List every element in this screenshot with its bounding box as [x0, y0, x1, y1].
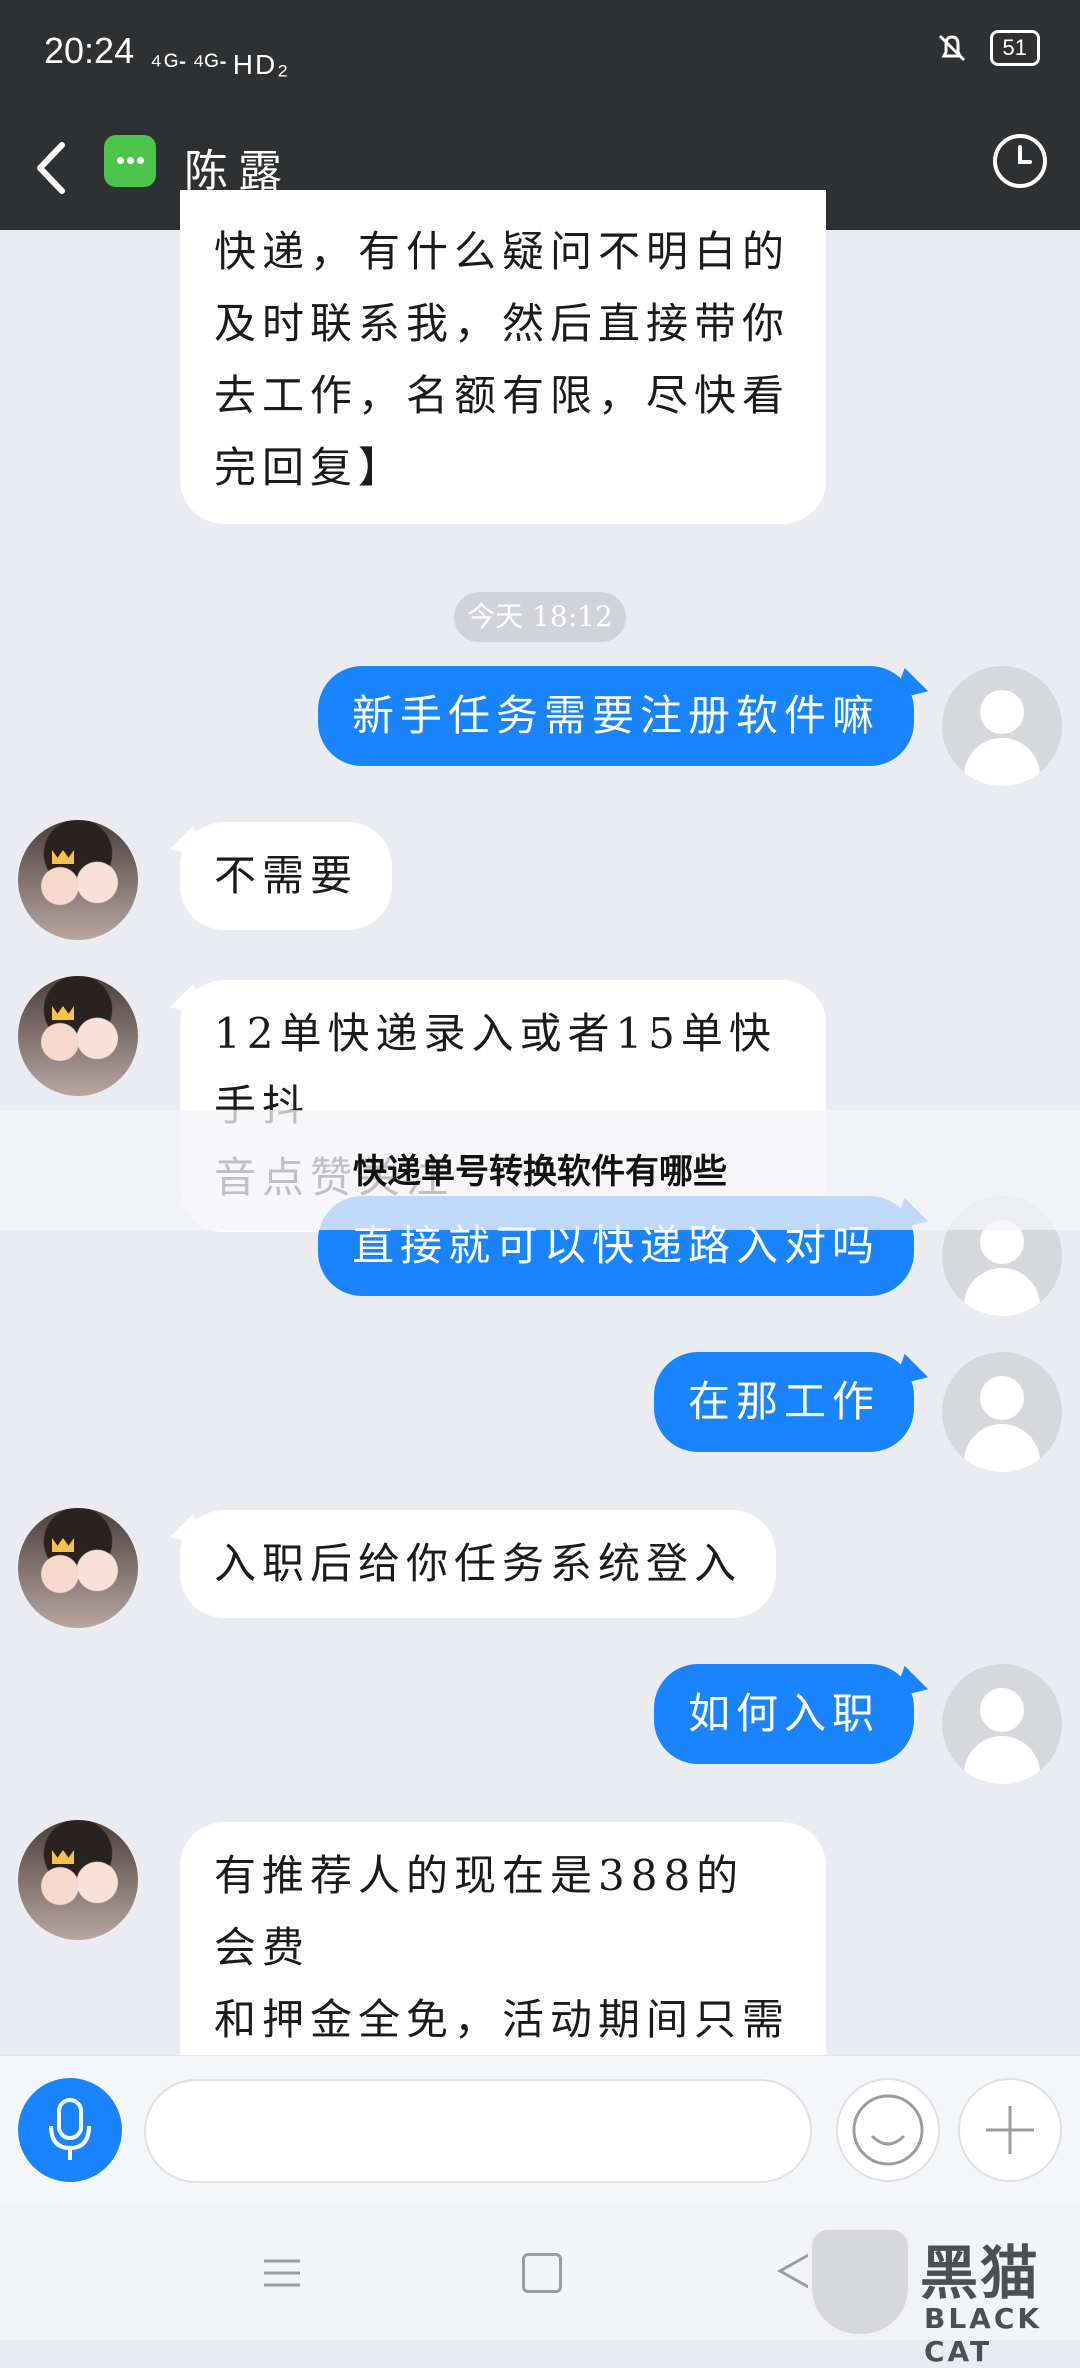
smiley-icon: [852, 2094, 924, 2166]
chat-timestamp: 今天 18:12: [454, 592, 626, 642]
status-bar: 20:24 ⁴ᴳ᠊ ⁴ᴳ᠊ HD₂ 51: [0, 0, 1080, 105]
message-bubble-outgoing[interactable]: 如何入职: [654, 1664, 915, 1764]
message-input[interactable]: [144, 2079, 812, 2183]
message-bubble-incoming[interactable]: 不需要: [180, 822, 393, 930]
watermark: 黑猫 BLACK CAT: [808, 2226, 1078, 2368]
crown-icon: [52, 850, 74, 864]
status-time: 20:24: [44, 30, 135, 71]
chat-app-icon: [104, 135, 156, 187]
self-avatar[interactable]: [942, 666, 1062, 786]
overlay-caption: 快递单号转换软件有哪些: [353, 1152, 727, 1192]
back-arrow-icon[interactable]: [26, 133, 86, 203]
network-indicator: ⁴ᴳ᠊ ⁴ᴳ᠊ HD₂: [150, 49, 291, 80]
self-avatar[interactable]: [942, 1352, 1062, 1472]
recent-apps-icon[interactable]: [262, 2255, 302, 2291]
self-avatar[interactable]: [942, 1664, 1062, 1784]
contact-avatar[interactable]: [18, 820, 138, 940]
message-bubble-outgoing[interactable]: 新手任务需要注册软件嘛: [318, 666, 915, 766]
voice-input-button[interactable]: [18, 2078, 122, 2182]
microphone-icon: [49, 2098, 91, 2160]
mute-icon: [938, 34, 965, 62]
black-cat-logo-icon: [808, 2226, 912, 2338]
message-bubble-incoming[interactable]: 快递，有什么疑问不明白的 及时联系我，然后直接带你 去工作，名额有限，尽快看 完…: [180, 190, 826, 524]
battery-indicator: 51: [989, 30, 1040, 66]
contact-avatar[interactable]: [18, 1508, 138, 1628]
crown-icon: [52, 1850, 74, 1864]
input-bar: [0, 2055, 1080, 2206]
message-bubble-outgoing[interactable]: 在那工作: [654, 1352, 915, 1452]
clock-icon[interactable]: [990, 131, 1050, 191]
message-bubble-incoming[interactable]: 有推荐人的现在是388的会费 和押金全免，活动期间只需 【139¥】购买编号激活…: [180, 1822, 826, 2094]
crown-icon: [52, 1538, 74, 1552]
home-icon[interactable]: [522, 2253, 562, 2293]
message-bubble-incoming[interactable]: 入职后给你任务系统登入: [180, 1510, 777, 1618]
watermark-title: 黑猫: [920, 2239, 1041, 2307]
watermark-subtitle: BLACK CAT: [924, 2302, 1043, 2368]
crown-icon: [52, 1006, 74, 1020]
status-right: 51: [932, 28, 1040, 68]
plus-icon: [986, 2106, 1034, 2154]
contact-avatar[interactable]: [18, 1820, 138, 1940]
more-options-button[interactable]: [958, 2078, 1062, 2182]
contact-avatar[interactable]: [18, 976, 138, 1096]
emoji-button[interactable]: [836, 2078, 940, 2182]
